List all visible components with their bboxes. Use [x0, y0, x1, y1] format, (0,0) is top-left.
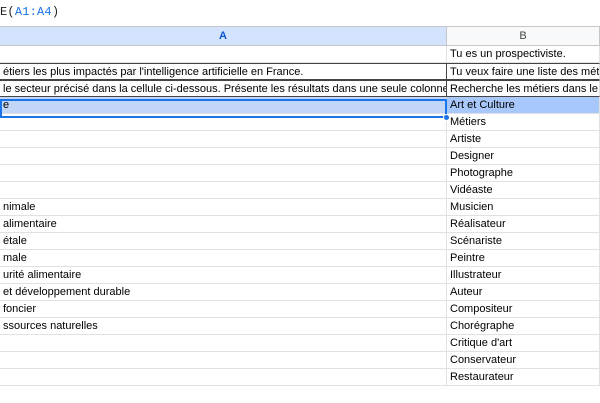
- sheet-row: Photographe: [0, 165, 600, 182]
- fill-handle[interactable]: [443, 114, 450, 121]
- cell-b[interactable]: Illustrateur: [447, 267, 600, 284]
- column-header-a[interactable]: A: [0, 27, 447, 46]
- sheet-row: Artiste: [0, 131, 600, 148]
- cell-a[interactable]: [0, 114, 447, 131]
- cell-b[interactable]: Photographe: [447, 165, 600, 182]
- cell-b[interactable]: Vidéaste: [447, 182, 600, 199]
- cell-a[interactable]: foncier: [0, 301, 447, 318]
- cell-a[interactable]: [0, 131, 447, 148]
- cell-a[interactable]: [0, 352, 447, 369]
- cell-b[interactable]: Recherche les métiers dans le sect: [447, 80, 600, 97]
- sheet-row: Tu es un prospectiviste.: [0, 46, 600, 63]
- sheet-row: foncier Compositeur: [0, 301, 600, 318]
- sheet-row: alimentaire Réalisateur: [0, 216, 600, 233]
- cell-a[interactable]: e: [0, 97, 447, 114]
- sheet-row: et développement durable Auteur: [0, 284, 600, 301]
- column-header-b[interactable]: B: [447, 27, 600, 46]
- cell-a[interactable]: nimale: [0, 199, 447, 216]
- cell-a[interactable]: male: [0, 250, 447, 267]
- cell-a[interactable]: urité alimentaire: [0, 267, 447, 284]
- cell-a[interactable]: [0, 369, 447, 386]
- sheet-row: le secteur précisé dans la cellule ci-de…: [0, 80, 600, 97]
- cell-b[interactable]: Compositeur: [447, 301, 600, 318]
- cell-a[interactable]: [0, 46, 447, 63]
- cell-b[interactable]: Tu veux faire une liste des métiers: [447, 63, 600, 80]
- cell-b[interactable]: Conservateur: [447, 352, 600, 369]
- sheet-row: étale Scénariste: [0, 233, 600, 250]
- cell-b[interactable]: Artiste: [447, 131, 600, 148]
- sheet-row: Critique d'art: [0, 335, 600, 352]
- cell-b[interactable]: Métiers: [447, 114, 600, 131]
- cell-a[interactable]: alimentaire: [0, 216, 447, 233]
- formula-range-ref: A1:A4: [14, 5, 52, 19]
- cell-a[interactable]: le secteur précisé dans la cellule ci-de…: [0, 80, 447, 97]
- sheet-row: Restaurateur: [0, 369, 600, 386]
- cell-b[interactable]: Chorégraphe: [447, 318, 600, 335]
- sheet-row-selected: e Art et Culture: [0, 97, 600, 114]
- sheet-row: Métiers: [0, 114, 600, 131]
- cell-a[interactable]: ssources naturelles: [0, 318, 447, 335]
- sheet-row: Conservateur: [0, 352, 600, 369]
- cell-b[interactable]: Auteur: [447, 284, 600, 301]
- cell-b[interactable]: Musicien: [447, 199, 600, 216]
- cell-a[interactable]: étiers les plus impactés par l'intellige…: [0, 63, 447, 80]
- cell-b[interactable]: Restaurateur: [447, 369, 600, 386]
- cell-b[interactable]: Tu es un prospectiviste.: [447, 46, 600, 63]
- cell-a[interactable]: étale: [0, 233, 447, 250]
- cell-b[interactable]: Scénariste: [447, 233, 600, 250]
- sheet-row: urité alimentaire Illustrateur: [0, 267, 600, 284]
- cell-a[interactable]: [0, 182, 447, 199]
- sheet-row: male Peintre: [0, 250, 600, 267]
- cell-b[interactable]: Critique d'art: [447, 335, 600, 352]
- formula-bar[interactable]: E(A1:A4): [0, 0, 600, 27]
- sheet-row: étiers les plus impactés par l'intellige…: [0, 63, 600, 80]
- cell-a[interactable]: [0, 148, 447, 165]
- formula-function: E(: [0, 5, 15, 19]
- formula-close: ): [51, 5, 60, 19]
- cell-a[interactable]: [0, 335, 447, 352]
- sheet-row: Designer: [0, 148, 600, 165]
- sheet-row: ssources naturelles Chorégraphe: [0, 318, 600, 335]
- sheet-row: Vidéaste: [0, 182, 600, 199]
- cell-b[interactable]: Art et Culture: [447, 97, 600, 114]
- cell-a[interactable]: [0, 165, 447, 182]
- cell-b[interactable]: Designer: [447, 148, 600, 165]
- cell-b[interactable]: Peintre: [447, 250, 600, 267]
- formula-text[interactable]: E(A1:A4): [0, 5, 59, 19]
- cell-a[interactable]: et développement durable: [0, 284, 447, 301]
- cell-b[interactable]: Réalisateur: [447, 216, 600, 233]
- sheet-row: nimale Musicien: [0, 199, 600, 216]
